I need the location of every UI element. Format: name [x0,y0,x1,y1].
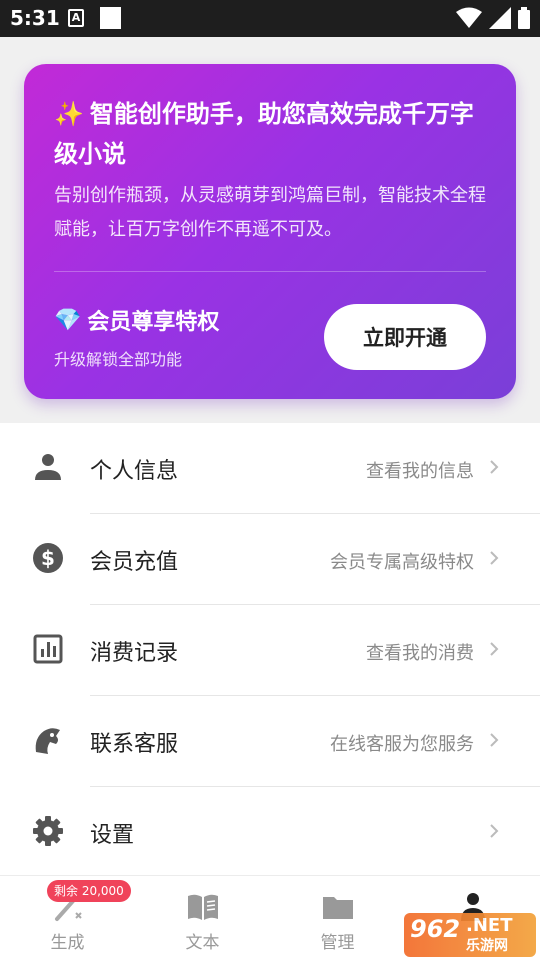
notification-square-icon [100,7,121,29]
menu-item-hint: 会员专属高级特权 [330,552,474,573]
promo-title-text: 智能创作助手，助您高效完成千万字级小说 [54,100,474,168]
chevron-right-icon [490,460,499,474]
tab-label: 管理 [320,933,355,953]
book-icon [187,894,218,920]
watermark-name: 乐游网 [466,938,508,954]
vip-subtitle: 升级解锁全部功能 [54,350,183,369]
signal-icon [489,7,511,29]
menu-item-hint: 查看我的信息 [366,461,474,482]
settings-menu: 个人信息 查看我的信息 $ 会员充值 会员专属高级特权 消费记录 查看我的消费 … [0,423,540,875]
menu-item-label: 消费记录 [90,641,179,666]
diamond-icon: 💎 [54,307,82,333]
dollar-icon: $ [33,543,63,573]
promo-card: ✨ 智能创作助手，助您高效完成千万字级小说 告别创作瓶颈，从灵感萌芽到鸿篇巨制，智… [24,64,516,399]
vip-title-text: 会员尊享特权 [87,310,220,335]
menu-item-orders[interactable]: 消费记录 查看我的消费 [0,605,540,696]
tab-manage[interactable]: 管理 [270,876,405,960]
menu-item-profile[interactable]: 个人信息 查看我的信息 [0,423,540,514]
support-icon [35,728,60,754]
menu-item-hint: 查看我的消费 [366,643,474,664]
notification-a-icon: A [68,9,84,27]
chevron-right-icon [490,642,499,656]
person-icon [35,454,61,480]
menu-item-label: 设置 [90,823,135,848]
vip-title: 💎 会员尊享特权 [54,304,219,336]
status-bar: 5:31 A [0,0,540,37]
bar-chart-icon [33,634,63,664]
status-icons [456,7,530,29]
tab-text[interactable]: 文本 [135,876,270,960]
watermark-suffix: .NET [466,915,513,936]
menu-item-label: 联系客服 [90,732,179,757]
menu-item-hint: 在线客服为您服务 [330,734,474,755]
activate-now-button[interactable]: 立即开通 [324,304,486,370]
tab-label: 文本 [185,933,220,953]
chevron-right-icon [490,733,499,747]
folder-icon [322,897,353,919]
site-watermark: 962 .NET 乐游网 [404,913,536,957]
sparkle-icon: ✨ [54,100,84,128]
promo-area: ✨ 智能创作助手，助您高效完成千万字级小说 告别创作瓶颈，从灵感萌芽到鸿篇巨制，智… [0,37,540,423]
status-time: 5:31 [10,6,60,30]
menu-item-recharge[interactable]: $ 会员充值 会员专属高级特权 [0,514,540,605]
chevron-right-icon [490,551,499,565]
promo-divider [54,271,486,272]
remaining-quota-badge: 剩余 20,000 [47,880,131,902]
promo-description: 告别创作瓶颈，从灵感萌芽到鸿篇巨制，智能技术全程赋能，让百万字创作不再遥不可及。 [54,185,486,240]
svg-text:$: $ [41,546,55,570]
menu-item-label: 会员充值 [90,550,179,575]
chevron-right-icon [490,824,499,838]
menu-item-support[interactable]: 联系客服 在线客服为您服务 [0,696,540,787]
watermark-number: 962 [410,915,461,943]
menu-item-label: 个人信息 [90,459,179,484]
gear-icon [33,816,63,846]
battery-icon [518,7,530,29]
tab-label: 生成 [50,933,85,953]
promo-title: ✨ 智能创作助手，助您高效完成千万字级小说 [54,94,494,174]
menu-item-settings[interactable]: 设置 [0,787,540,878]
wifi-icon [456,7,482,28]
